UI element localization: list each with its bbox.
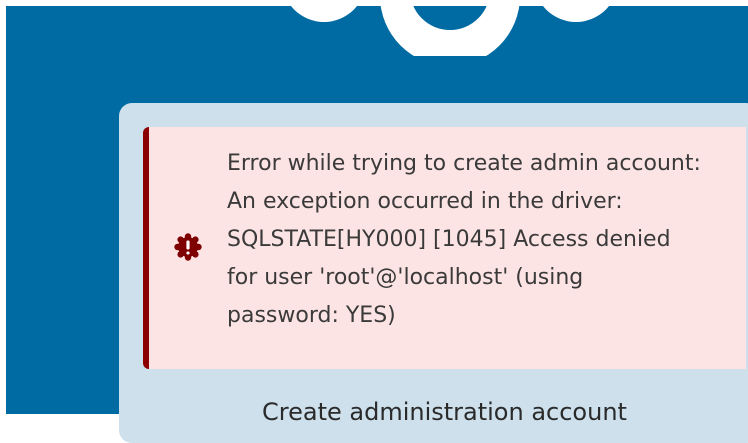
panel-heading: Create administration account bbox=[262, 398, 627, 426]
logo-left-circle bbox=[291, 6, 357, 22]
error-message-text: Error while trying to create admin accou… bbox=[227, 151, 701, 328]
error-icon bbox=[174, 233, 202, 261]
nextcloud-logo bbox=[291, 6, 609, 56]
error-message-box: Error while trying to create admin accou… bbox=[143, 127, 746, 369]
logo-right-circle bbox=[543, 6, 609, 22]
